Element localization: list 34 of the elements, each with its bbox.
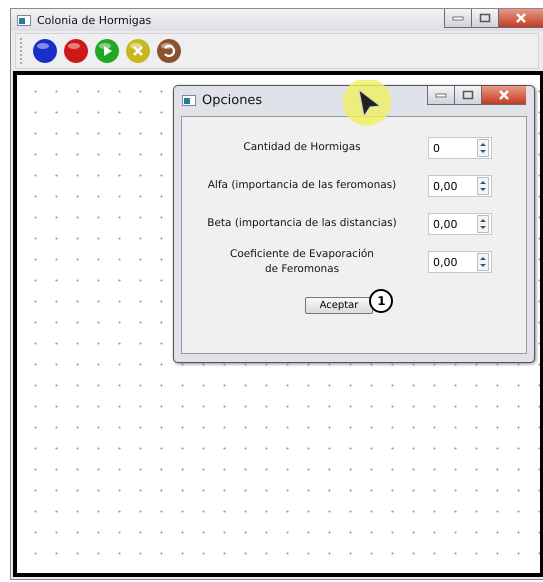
- spin-arrows-icon[interactable]: [477, 215, 489, 233]
- spin-box[interactable]: 0,00: [428, 213, 492, 235]
- maximize-button[interactable]: [454, 86, 481, 105]
- spin-arrows-icon[interactable]: [477, 253, 489, 271]
- minimize-icon: [452, 15, 464, 21]
- minimize-button[interactable]: [427, 86, 454, 105]
- spin-box[interactable]: 0,00: [428, 251, 492, 273]
- dialog-title: Opciones: [202, 92, 262, 108]
- minimize-icon: [435, 92, 447, 98]
- close-icon: [498, 90, 510, 100]
- spin-box[interactable]: 0: [428, 137, 492, 159]
- close-icon: [515, 13, 527, 23]
- circle-icon[interactable]: [63, 38, 89, 64]
- window-title: Colonia de Hormigas: [37, 14, 152, 26]
- field-label: Cantidad de Hormigas: [242, 140, 362, 156]
- accept-button[interactable]: Aceptar: [304, 297, 374, 314]
- maximize-button[interactable]: [471, 9, 498, 28]
- spin-arrows-icon[interactable]: [477, 177, 489, 195]
- circle-icon[interactable]: [32, 38, 58, 64]
- maximize-icon: [479, 13, 491, 23]
- play-icon[interactable]: [94, 38, 120, 64]
- field-label: Alfa (importancia de las feromonas): [206, 178, 398, 194]
- window-icon: [17, 14, 31, 26]
- callout-number: 1: [369, 288, 394, 312]
- field-label: Beta (importancia de las distancias): [206, 216, 398, 232]
- spin-box[interactable]: 0,00: [428, 175, 492, 197]
- window-icon: [182, 94, 196, 106]
- close-button[interactable]: [498, 9, 543, 28]
- minimize-button[interactable]: [444, 9, 471, 28]
- undo-icon[interactable]: [156, 38, 182, 64]
- spin-arrows-icon[interactable]: [477, 139, 489, 157]
- maximize-icon: [462, 90, 474, 100]
- field-label: Coeficiente de Evaporación de Feromonas: [229, 246, 375, 277]
- close-button[interactable]: [481, 86, 526, 105]
